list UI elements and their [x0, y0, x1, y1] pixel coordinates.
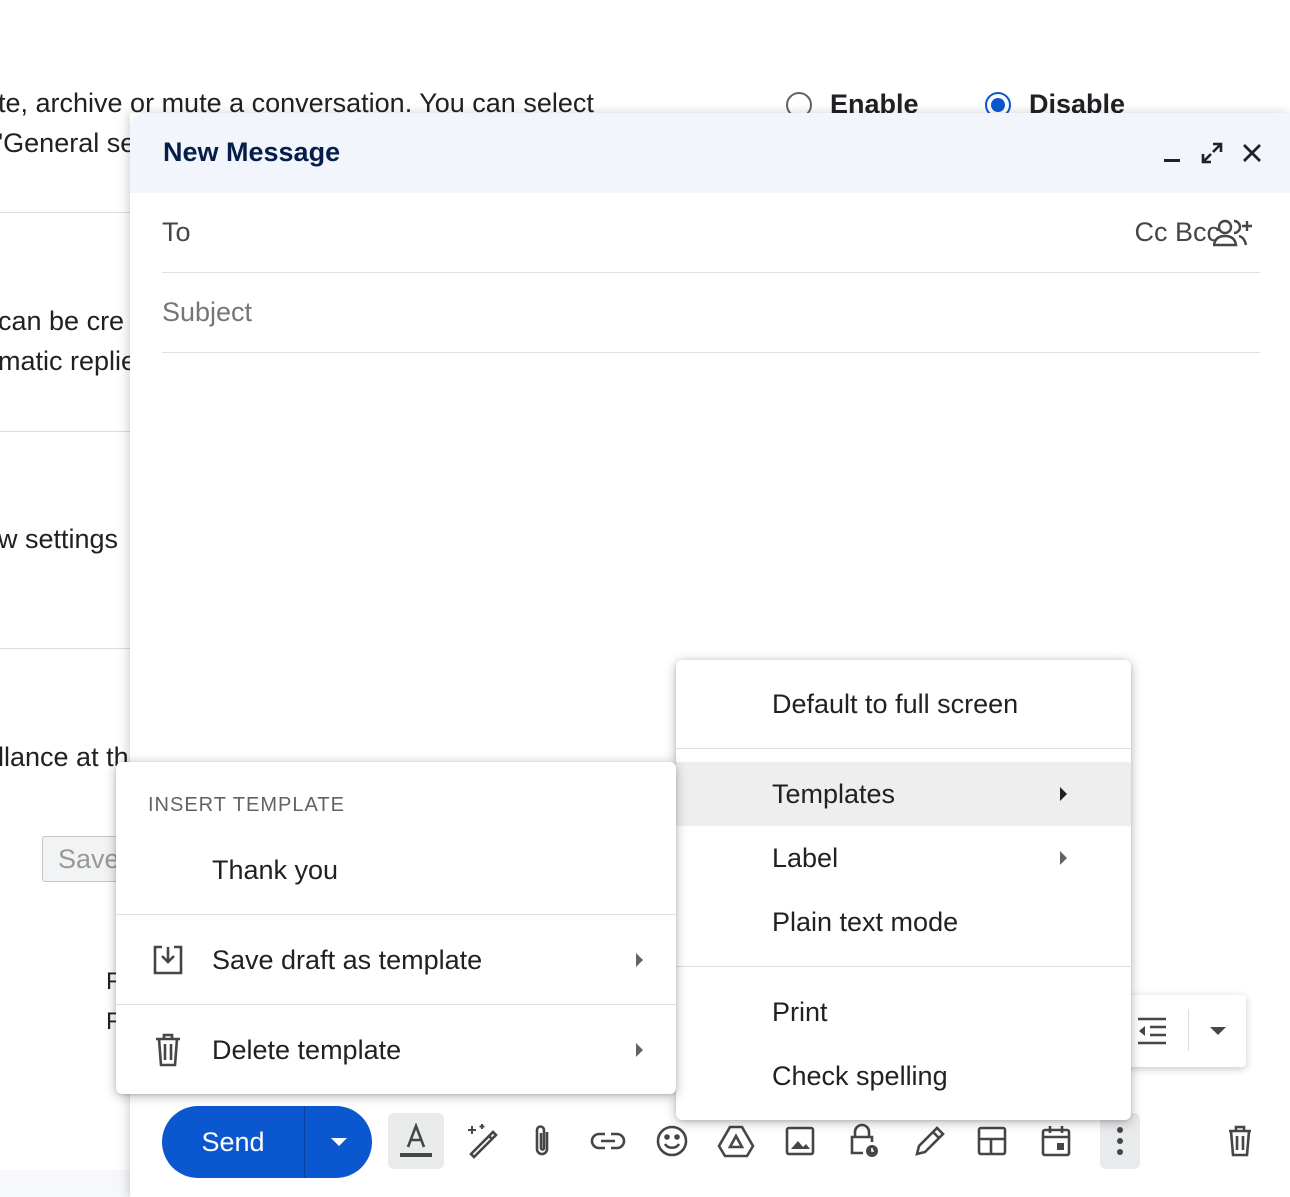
indent-icon — [1138, 1017, 1166, 1045]
to-label: To — [162, 217, 191, 247]
drive-icon — [717, 1125, 755, 1158]
menu-item-label: Check spelling — [772, 1060, 948, 1091]
send-button-group: Send — [162, 1106, 372, 1178]
menu-item-label: Templates — [772, 778, 896, 809]
trash-icon — [1229, 1125, 1251, 1157]
menu-item-label: Default to full screen — [772, 688, 1019, 719]
confidential-mode-button[interactable] — [836, 1113, 892, 1169]
delete-template-label: Delete template — [212, 1034, 402, 1065]
schedule-event-button[interactable] — [1028, 1113, 1084, 1169]
text-format-icon — [400, 1123, 432, 1157]
settings-text-line: matic replie — [0, 346, 137, 376]
to-field[interactable]: To Cc Bcc — [162, 193, 1260, 273]
settings-divider — [0, 431, 130, 432]
menu-item-check-spelling[interactable]: Check spelling — [676, 1044, 1131, 1108]
submenu-arrow-icon — [636, 953, 643, 967]
menu-item-label: Label — [772, 842, 839, 873]
close-button[interactable] — [1234, 135, 1270, 171]
settings-footer — [0, 1170, 130, 1197]
more-vert-icon — [1117, 1127, 1123, 1155]
menu-separator — [116, 1004, 676, 1005]
submenu-arrow-icon — [1060, 787, 1067, 801]
menu-item-templates[interactable]: Templates — [676, 762, 1131, 826]
menu-separator — [116, 914, 676, 915]
menu-item-print[interactable]: Print — [676, 980, 1131, 1044]
save-template-icon — [150, 942, 186, 978]
save-draft-label: Save draft as template — [212, 944, 483, 975]
menu-item-label: Print — [772, 996, 828, 1027]
menu-separator — [676, 748, 1131, 749]
layouts-button[interactable] — [964, 1113, 1020, 1169]
layout-icon — [977, 1126, 1007, 1156]
submenu-arrow-icon — [1060, 851, 1067, 865]
magic-pen-icon — [468, 1124, 498, 1159]
fullscreen-button[interactable] — [1194, 135, 1230, 171]
template-label: Thank you — [212, 854, 339, 885]
emoji-icon — [656, 1125, 688, 1157]
formatting-options-button[interactable] — [388, 1113, 444, 1169]
templates-submenu: INSERT TEMPLATE Thank you Save draft as … — [116, 762, 676, 1094]
insert-link-button[interactable] — [580, 1113, 636, 1169]
link-icon — [590, 1132, 626, 1150]
template-item-thank-you[interactable]: Thank you — [116, 838, 676, 902]
settings-divider — [0, 212, 130, 213]
menu-separator — [676, 966, 1131, 967]
insert-emoji-button[interactable] — [644, 1113, 700, 1169]
formatting-toolbar — [1126, 995, 1246, 1067]
trash-icon — [150, 1032, 186, 1068]
compose-title: New Message — [163, 137, 341, 167]
subject-field[interactable] — [162, 273, 1260, 353]
menu-item-label-submenu[interactable]: Label — [676, 826, 1131, 890]
settings-text-line: can be cre — [0, 306, 125, 336]
expand-icon — [1201, 142, 1223, 164]
settings-text-line: llance at th — [0, 742, 129, 772]
send-button[interactable]: Send — [162, 1106, 305, 1178]
cc-bcc-link[interactable]: Cc Bcc — [1134, 217, 1220, 248]
menu-item-plain-text-mode[interactable]: Plain text mode — [676, 890, 1131, 954]
minimize-icon — [1164, 159, 1180, 162]
menu-item-label: Plain text mode — [772, 906, 959, 937]
compose-header: New Message — [130, 113, 1290, 193]
chevron-down-icon — [1210, 1027, 1226, 1035]
insert-signature-button[interactable] — [900, 1113, 956, 1169]
insert-drive-button[interactable] — [708, 1113, 764, 1169]
save-draft-as-template[interactable]: Save draft as template — [116, 928, 676, 992]
more-formatting-button[interactable] — [1204, 1017, 1232, 1045]
discard-draft-button[interactable] — [1212, 1113, 1268, 1169]
paperclip-icon — [535, 1125, 549, 1156]
image-icon — [785, 1126, 815, 1156]
menu-item-default-full-screen[interactable]: Default to full screen — [676, 672, 1131, 736]
settings-divider — [0, 648, 130, 649]
attach-files-button[interactable] — [514, 1113, 570, 1169]
settings-text-line: 'General se — [0, 128, 136, 158]
subject-input[interactable] — [162, 287, 1062, 337]
delete-template[interactable]: Delete template — [116, 1018, 676, 1082]
add-recipients-button[interactable] — [1212, 215, 1254, 251]
more-options-button[interactable] — [1100, 1113, 1140, 1169]
pen-icon — [915, 1126, 945, 1156]
person-add-icon — [1213, 219, 1252, 247]
close-icon — [1243, 144, 1261, 162]
chevron-down-icon — [330, 1138, 347, 1146]
insert-photo-button[interactable] — [772, 1113, 828, 1169]
submenu-arrow-icon — [636, 1043, 643, 1057]
more-options-menu: Default to full screen Templates Label P… — [676, 660, 1131, 1120]
lock-clock-icon — [850, 1123, 878, 1157]
send-options-button[interactable] — [305, 1106, 372, 1178]
indent-less-button[interactable] — [1134, 1013, 1170, 1049]
insert-template-heading: INSERT TEMPLATE — [148, 794, 345, 816]
calendar-icon — [1041, 1126, 1071, 1157]
help-me-write-button[interactable] — [454, 1113, 510, 1169]
toolbar-divider — [1188, 1009, 1189, 1051]
minimize-button[interactable] — [1154, 135, 1190, 171]
settings-text-line: w settings — [0, 524, 119, 554]
